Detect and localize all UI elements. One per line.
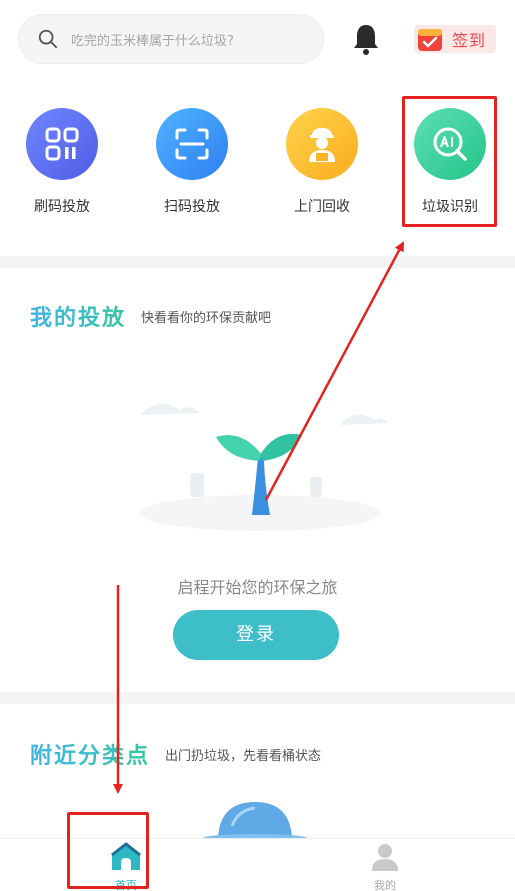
- action-label: 上门回收: [294, 199, 350, 215]
- action-home-pickup[interactable]: 上门回收: [267, 108, 377, 216]
- nav-me-label: 我的: [374, 879, 396, 891]
- qr-code-icon: [45, 127, 79, 161]
- action-label: 扫码投放: [164, 199, 220, 215]
- section-subtitle-my-delivery: 快看看你的环保贡献吧: [141, 311, 272, 326]
- courier-icon: [309, 128, 335, 162]
- action-icon-bg: [156, 108, 228, 180]
- section-title-my-delivery: 我的投放: [30, 300, 126, 332]
- section-divider: [0, 256, 515, 268]
- checkin-label: 签到: [452, 31, 487, 50]
- action-scan-drop[interactable]: 扫码投放: [137, 108, 247, 216]
- checkin-button[interactable]: 签到: [414, 25, 496, 53]
- section-divider: [0, 692, 515, 704]
- sprout-illustration: [140, 403, 388, 531]
- top-bar: 吃完的玉米棒属于什么垃圾? 签到: [0, 0, 515, 80]
- section-title-nearby: 附近分类点: [30, 738, 150, 770]
- calendar-check-icon: [418, 29, 442, 51]
- nav-me[interactable]: 我的: [345, 839, 425, 891]
- tagline: 启程开始您的环保之旅: [177, 578, 338, 597]
- annotation-highlight-box: [67, 812, 149, 889]
- action-icon-bg: [286, 108, 358, 180]
- annotation-highlight-box: [402, 96, 497, 227]
- action-qr-drop[interactable]: 刷码投放: [7, 108, 117, 216]
- bell-icon[interactable]: [350, 22, 382, 56]
- scan-icon: [175, 128, 209, 160]
- bin-illustration: [203, 802, 307, 840]
- action-label: 刷码投放: [34, 199, 90, 215]
- action-icon-bg: [26, 108, 98, 180]
- user-icon: [372, 844, 398, 871]
- section-subtitle-nearby: 出门扔垃圾，先看看桶状态: [165, 749, 322, 764]
- search-bar[interactable]: 吃完的玉米棒属于什么垃圾?: [18, 14, 324, 64]
- search-icon: [38, 29, 58, 49]
- search-placeholder: 吃完的玉米棒属于什么垃圾?: [71, 33, 234, 49]
- login-button[interactable]: 登录: [173, 610, 339, 660]
